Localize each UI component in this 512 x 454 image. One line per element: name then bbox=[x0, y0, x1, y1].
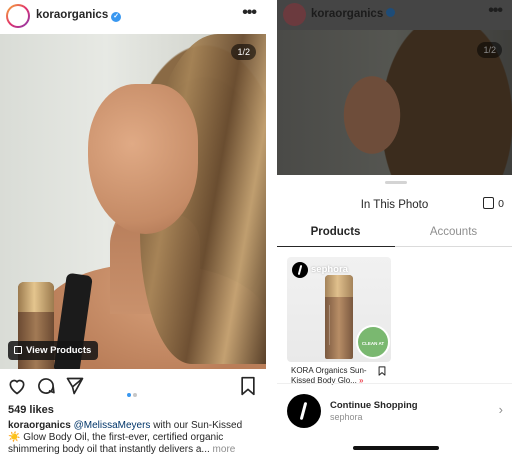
bottom-sheet: In This Photo 0 Products Accounts sephor… bbox=[277, 175, 512, 454]
view-products-button[interactable]: View Products bbox=[8, 341, 99, 360]
action-bar bbox=[0, 372, 266, 400]
shopping-bag-icon bbox=[14, 346, 22, 354]
continue-shopping-merchant: sephora bbox=[330, 412, 363, 422]
cart-button[interactable]: 0 bbox=[483, 197, 504, 210]
likes-count[interactable]: 549 likes bbox=[8, 404, 54, 416]
sephora-logo-icon bbox=[287, 394, 321, 428]
verified-badge-icon: ✓ bbox=[111, 12, 122, 22]
clean-at-sephora-badge: CLEAN AT SEPHORA bbox=[356, 325, 390, 359]
verified-badge-icon bbox=[386, 8, 396, 17]
chevron-right-icon: › bbox=[498, 402, 503, 417]
avatar bbox=[283, 3, 306, 26]
sephora-logo-icon bbox=[292, 262, 308, 278]
cart-count: 0 bbox=[498, 198, 504, 210]
divider bbox=[277, 383, 512, 384]
product-card[interactable]: sephora CLEAN AT SEPHORA bbox=[287, 257, 391, 362]
home-indicator[interactable] bbox=[353, 446, 439, 450]
heart-icon[interactable] bbox=[7, 376, 27, 396]
share-icon[interactable] bbox=[65, 376, 85, 396]
continue-shopping-row[interactable]: Continue Shopping sephora › bbox=[277, 390, 512, 434]
shopping-bag-icon bbox=[483, 197, 495, 209]
sheet-title: In This Photo bbox=[360, 199, 429, 211]
mention-link[interactable]: @MelissaMeyers bbox=[74, 420, 151, 431]
photo-counter: 1/2 bbox=[477, 42, 502, 58]
sheet-grabber-handle[interactable] bbox=[385, 181, 407, 184]
carousel-indicator bbox=[127, 384, 139, 402]
username[interactable]: koraorganics ✓ bbox=[36, 9, 122, 22]
merchant-name: sephora bbox=[311, 264, 348, 275]
continue-shopping-title: Continue Shopping bbox=[330, 400, 418, 411]
avatar[interactable] bbox=[6, 4, 118, 78]
model-face bbox=[88, 84, 198, 234]
more-options-icon[interactable]: ••• bbox=[242, 4, 257, 22]
active-tab-indicator bbox=[277, 245, 395, 247]
bookmark-icon[interactable] bbox=[238, 376, 258, 396]
more-link[interactable]: more bbox=[213, 444, 236, 454]
post-header: koraorganics ✓ ••• bbox=[0, 0, 266, 78]
tab-accounts[interactable]: Accounts bbox=[395, 226, 512, 238]
save-product-icon[interactable] bbox=[377, 365, 387, 377]
dimmed-post-background[interactable]: koraorganics ••• 1/2 bbox=[277, 0, 512, 175]
product-image bbox=[325, 275, 353, 359]
post-caption: koraorganics @MelissaMeyers with our Sun… bbox=[8, 420, 243, 454]
more-options-icon: ••• bbox=[488, 2, 503, 19]
shopping-sheet-screen: koraorganics ••• 1/2 In This Photo 0 Pro… bbox=[277, 0, 512, 454]
post-screen: koraorganics ✓ ••• 1/2 View Products 549 … bbox=[0, 0, 266, 454]
sheet-tabs: Products Accounts bbox=[277, 221, 512, 247]
tab-products[interactable]: Products bbox=[277, 226, 394, 238]
photo-counter: 1/2 bbox=[231, 44, 256, 60]
comment-icon[interactable] bbox=[36, 376, 56, 396]
post-photo[interactable]: 1/2 View Products bbox=[0, 34, 266, 369]
